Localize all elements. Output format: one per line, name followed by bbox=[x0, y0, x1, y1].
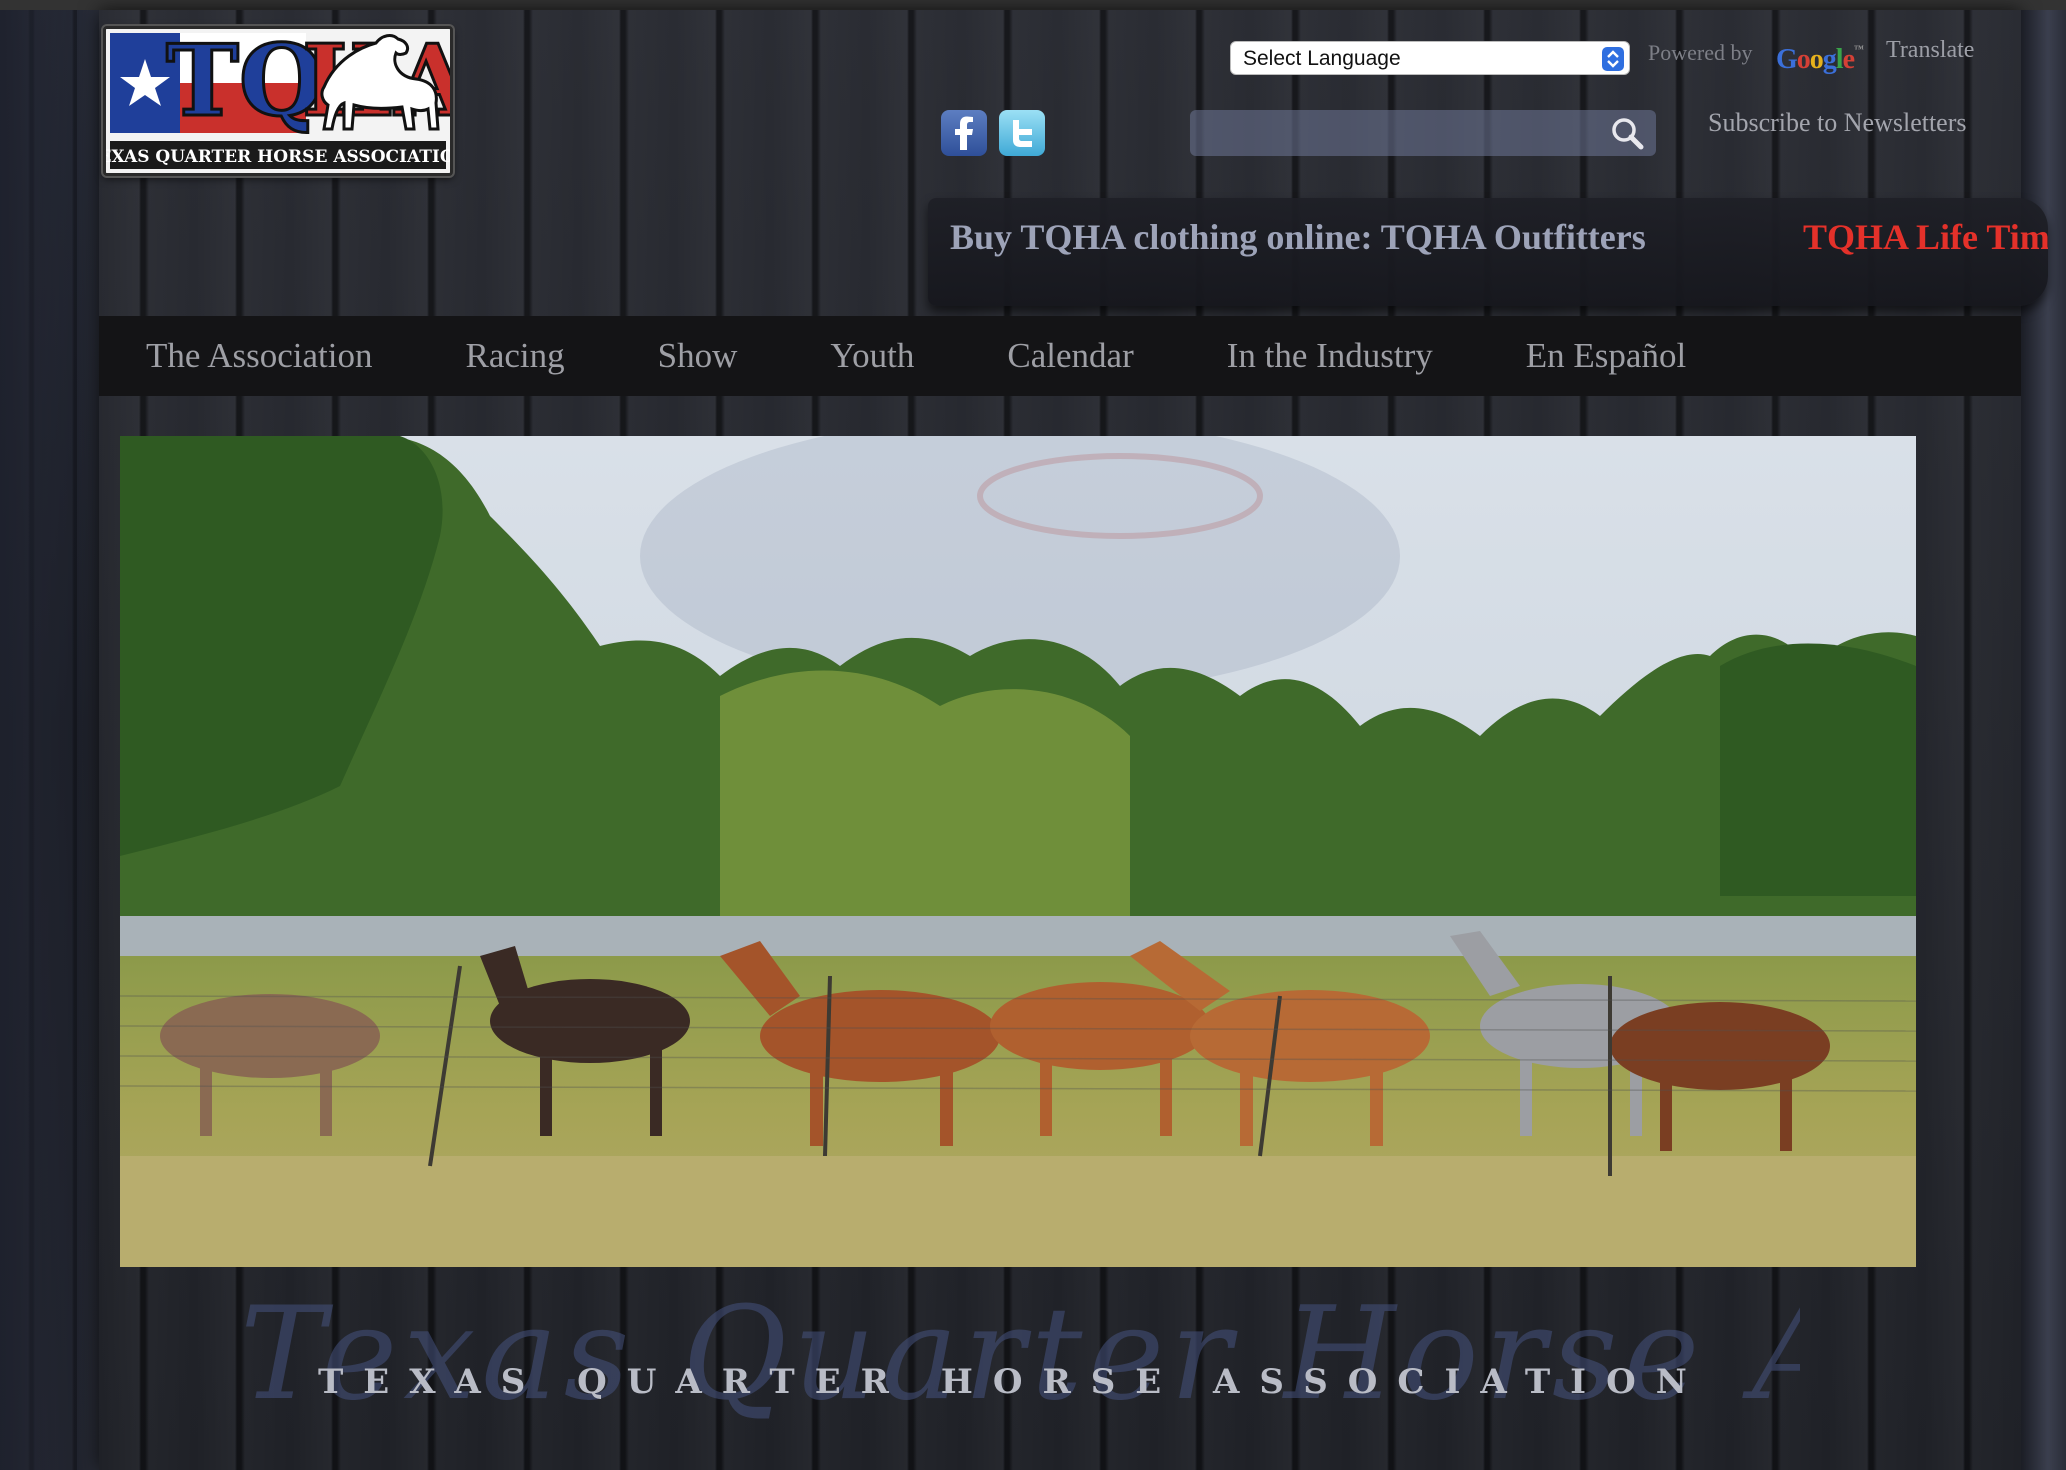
twitter-icon[interactable] bbox=[999, 110, 1045, 156]
left-wood-panel bbox=[0, 10, 100, 1470]
search-input[interactable] bbox=[1200, 116, 1580, 150]
main-nav: The Association Racing Show Youth Calend… bbox=[99, 316, 2021, 396]
translate-link[interactable]: Translate bbox=[1886, 37, 1974, 64]
nav-item-in-the-industry[interactable]: In the Industry bbox=[1227, 336, 1433, 376]
window-top-bar bbox=[0, 0, 2066, 10]
nav-item-racing[interactable]: Racing bbox=[466, 336, 565, 376]
nav-item-en-espanol[interactable]: En Español bbox=[1526, 336, 1686, 376]
nav-item-youth[interactable]: Youth bbox=[830, 336, 914, 376]
hero-image-horses bbox=[120, 436, 1916, 1267]
subscribe-newsletters-link[interactable]: Subscribe to Newsletters bbox=[1708, 108, 1967, 138]
ticker-item[interactable]: Buy TQHA clothing online: TQHA Outfitter… bbox=[950, 216, 1646, 258]
tqha-logo[interactable]: TQ HA TEXAS QUARTER HORSE ASSOCIATION bbox=[103, 26, 453, 176]
powered-by-label: Powered by bbox=[1648, 40, 1753, 65]
footer-signature: Texas Quarter Horse Association TEXAS QU… bbox=[240, 1290, 1800, 1470]
google-logo: Google™ bbox=[1776, 44, 1864, 75]
logo-subtitle: TEXAS QUARTER HORSE ASSOCIATION bbox=[106, 147, 450, 167]
search-box bbox=[1190, 110, 1656, 156]
language-select[interactable]: Select Language bbox=[1230, 41, 1630, 75]
news-ticker: Buy TQHA clothing online: TQHA Outfitter… bbox=[928, 198, 2048, 306]
nav-item-show[interactable]: Show bbox=[658, 336, 738, 376]
footer-caps-text: TEXAS QUARTER HORSE ASSOCIATION bbox=[318, 1362, 1707, 1402]
footer-script-text: Texas Quarter Horse Association bbox=[240, 1290, 1800, 1429]
nav-item-the-association[interactable]: The Association bbox=[146, 336, 373, 376]
chevron-updown-icon bbox=[1602, 47, 1624, 71]
language-select-value: Select Language bbox=[1243, 47, 1401, 70]
facebook-icon[interactable] bbox=[941, 110, 987, 156]
nav-item-calendar[interactable]: Calendar bbox=[1007, 336, 1133, 376]
search-icon[interactable] bbox=[1608, 114, 1648, 152]
ticker-item[interactable]: TQHA Life Time bbox=[1803, 216, 2048, 258]
svg-text:TQ: TQ bbox=[166, 29, 324, 139]
